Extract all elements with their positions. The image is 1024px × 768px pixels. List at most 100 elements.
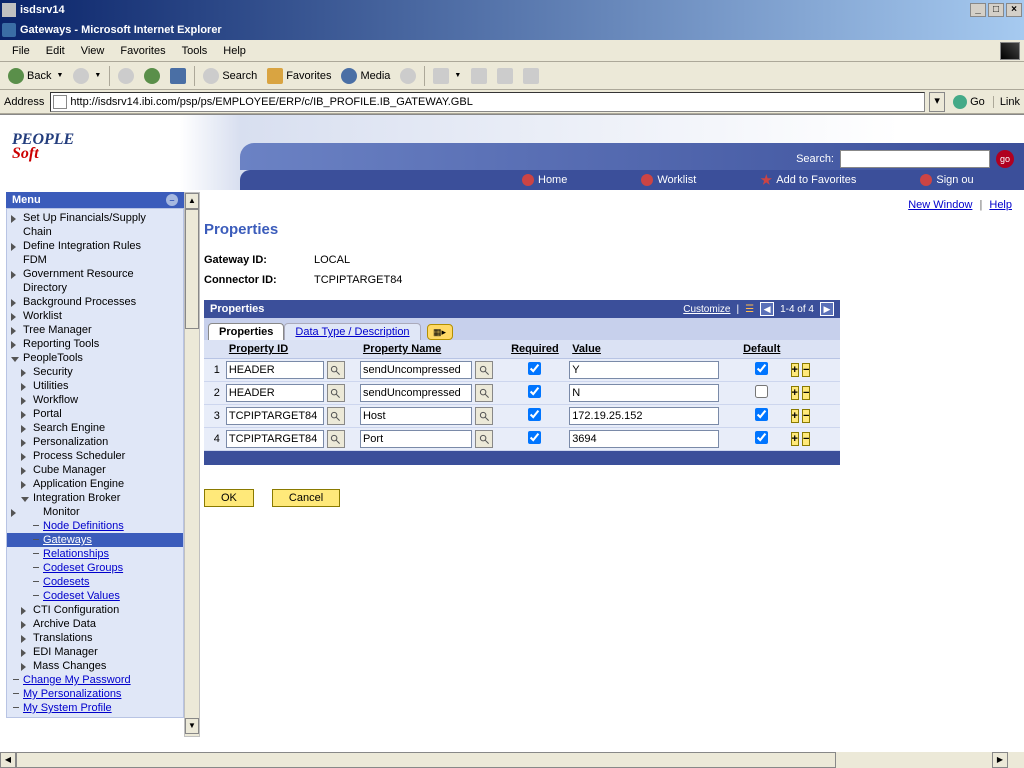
help-link[interactable]: Help: [989, 199, 1012, 211]
menu-item[interactable]: Background Processes: [7, 295, 183, 309]
menu-item[interactable]: Tree Manager: [7, 323, 183, 337]
grid-last-button[interactable]: ▶: [820, 302, 834, 316]
menu-item[interactable]: Security: [7, 365, 183, 379]
close-button[interactable]: ×: [1006, 3, 1022, 17]
menu-item[interactable]: Search Engine: [7, 421, 183, 435]
menu-item[interactable]: Portal: [7, 407, 183, 421]
refresh-button[interactable]: [140, 66, 164, 86]
menu-item[interactable]: Change My Password: [7, 673, 183, 687]
default-checkbox[interactable]: [755, 362, 768, 375]
scroll-track[interactable]: [185, 209, 199, 718]
menu-item[interactable]: Set Up Financials/Supply: [7, 211, 183, 225]
tab-expand-button[interactable]: ▦▸: [427, 324, 453, 340]
discuss-button[interactable]: [519, 66, 543, 86]
history-button[interactable]: [396, 66, 420, 86]
address-dropdown-button[interactable]: ▾: [929, 92, 945, 112]
menu-item[interactable]: Translations: [7, 631, 183, 645]
media-button[interactable]: Media: [337, 66, 394, 86]
col-property-name[interactable]: Property Name: [357, 340, 504, 359]
menu-item[interactable]: Process Scheduler: [7, 449, 183, 463]
forward-button[interactable]: ▼: [69, 66, 105, 86]
add-row-button[interactable]: +: [791, 386, 799, 400]
menu-item[interactable]: FDM: [7, 253, 183, 267]
print-button[interactable]: [467, 66, 491, 86]
property-name-input[interactable]: [360, 384, 472, 402]
menu-item[interactable]: Cube Manager: [7, 463, 183, 477]
property-id-input[interactable]: [226, 384, 324, 402]
menu-view[interactable]: View: [73, 42, 113, 60]
property-name-input[interactable]: [360, 430, 472, 448]
scroll-thumb[interactable]: [185, 209, 199, 329]
minimize-button[interactable]: _: [970, 3, 986, 17]
header-search-go-button[interactable]: go: [996, 150, 1014, 168]
tab-datatype[interactable]: Data Type / Description: [284, 323, 420, 340]
nav-home[interactable]: Home: [510, 174, 579, 186]
required-checkbox[interactable]: [528, 431, 541, 444]
delete-row-button[interactable]: −: [802, 363, 810, 377]
menu-item[interactable]: Define Integration Rules: [7, 239, 183, 253]
col-default[interactable]: Default: [736, 340, 788, 359]
scroll-up-button[interactable]: ▲: [185, 193, 199, 209]
maximize-button[interactable]: □: [988, 3, 1004, 17]
lookup-button[interactable]: [327, 430, 345, 448]
stop-button[interactable]: [114, 66, 138, 86]
menu-item[interactable]: Monitor: [7, 505, 183, 519]
property-id-input[interactable]: [226, 430, 324, 448]
tab-properties[interactable]: Properties: [208, 323, 284, 340]
menu-item[interactable]: Codeset Values: [7, 589, 183, 603]
address-input[interactable]: [70, 96, 922, 108]
value-input[interactable]: [569, 430, 719, 448]
delete-row-button[interactable]: −: [802, 432, 810, 446]
nav-favorites[interactable]: Add to Favorites: [748, 174, 868, 186]
menu-item[interactable]: PeopleTools: [7, 351, 183, 365]
required-checkbox[interactable]: [528, 362, 541, 375]
menu-item[interactable]: Utilities: [7, 379, 183, 393]
nav-signout[interactable]: Sign ou: [908, 174, 985, 186]
go-button[interactable]: Go: [949, 95, 989, 109]
forward-dropdown-icon[interactable]: ▼: [92, 72, 101, 79]
menu-item[interactable]: Worklist: [7, 309, 183, 323]
required-checkbox[interactable]: [528, 408, 541, 421]
value-input[interactable]: [569, 361, 719, 379]
value-input[interactable]: [569, 384, 719, 402]
search-button[interactable]: Search: [199, 66, 261, 86]
cancel-button[interactable]: Cancel: [272, 489, 340, 507]
property-id-input[interactable]: [226, 361, 324, 379]
links-button[interactable]: Link: [993, 96, 1020, 108]
menu-item[interactable]: Mass Changes: [7, 659, 183, 673]
menu-item[interactable]: Chain: [7, 225, 183, 239]
menu-item[interactable]: My System Profile: [7, 701, 183, 715]
address-input-wrap[interactable]: [50, 92, 925, 112]
add-row-button[interactable]: +: [791, 363, 799, 377]
mail-dropdown-icon[interactable]: ▼: [452, 72, 461, 79]
menu-item[interactable]: Personalization: [7, 435, 183, 449]
back-dropdown-icon[interactable]: ▼: [54, 72, 63, 79]
col-value[interactable]: Value: [566, 340, 736, 359]
delete-row-button[interactable]: −: [802, 386, 810, 400]
favorites-button[interactable]: Favorites: [263, 66, 335, 86]
property-id-input[interactable]: [226, 407, 324, 425]
menu-item[interactable]: My Personalizations: [7, 687, 183, 701]
header-search-input[interactable]: [840, 150, 990, 168]
back-button[interactable]: Back ▼: [4, 66, 67, 86]
menu-item[interactable]: Archive Data: [7, 617, 183, 631]
menu-edit[interactable]: Edit: [38, 42, 73, 60]
bottom-scrollbar[interactable]: ◀ ▶: [0, 752, 1024, 768]
menu-item[interactable]: Application Engine: [7, 477, 183, 491]
customize-link[interactable]: Customize: [683, 304, 730, 315]
lookup-button[interactable]: [475, 384, 493, 402]
required-checkbox[interactable]: [528, 385, 541, 398]
menu-item[interactable]: Workflow: [7, 393, 183, 407]
menu-item[interactable]: EDI Manager: [7, 645, 183, 659]
mail-button[interactable]: ▼: [429, 66, 465, 86]
menu-item[interactable]: Gateways: [7, 533, 183, 547]
hscroll-track[interactable]: [16, 752, 992, 768]
delete-row-button[interactable]: −: [802, 409, 810, 423]
default-checkbox[interactable]: [755, 408, 768, 421]
menu-help[interactable]: Help: [215, 42, 254, 60]
lookup-button[interactable]: [327, 361, 345, 379]
menu-item[interactable]: Node Definitions: [7, 519, 183, 533]
add-row-button[interactable]: +: [791, 432, 799, 446]
menu-tools[interactable]: Tools: [174, 42, 216, 60]
default-checkbox[interactable]: [755, 431, 768, 444]
